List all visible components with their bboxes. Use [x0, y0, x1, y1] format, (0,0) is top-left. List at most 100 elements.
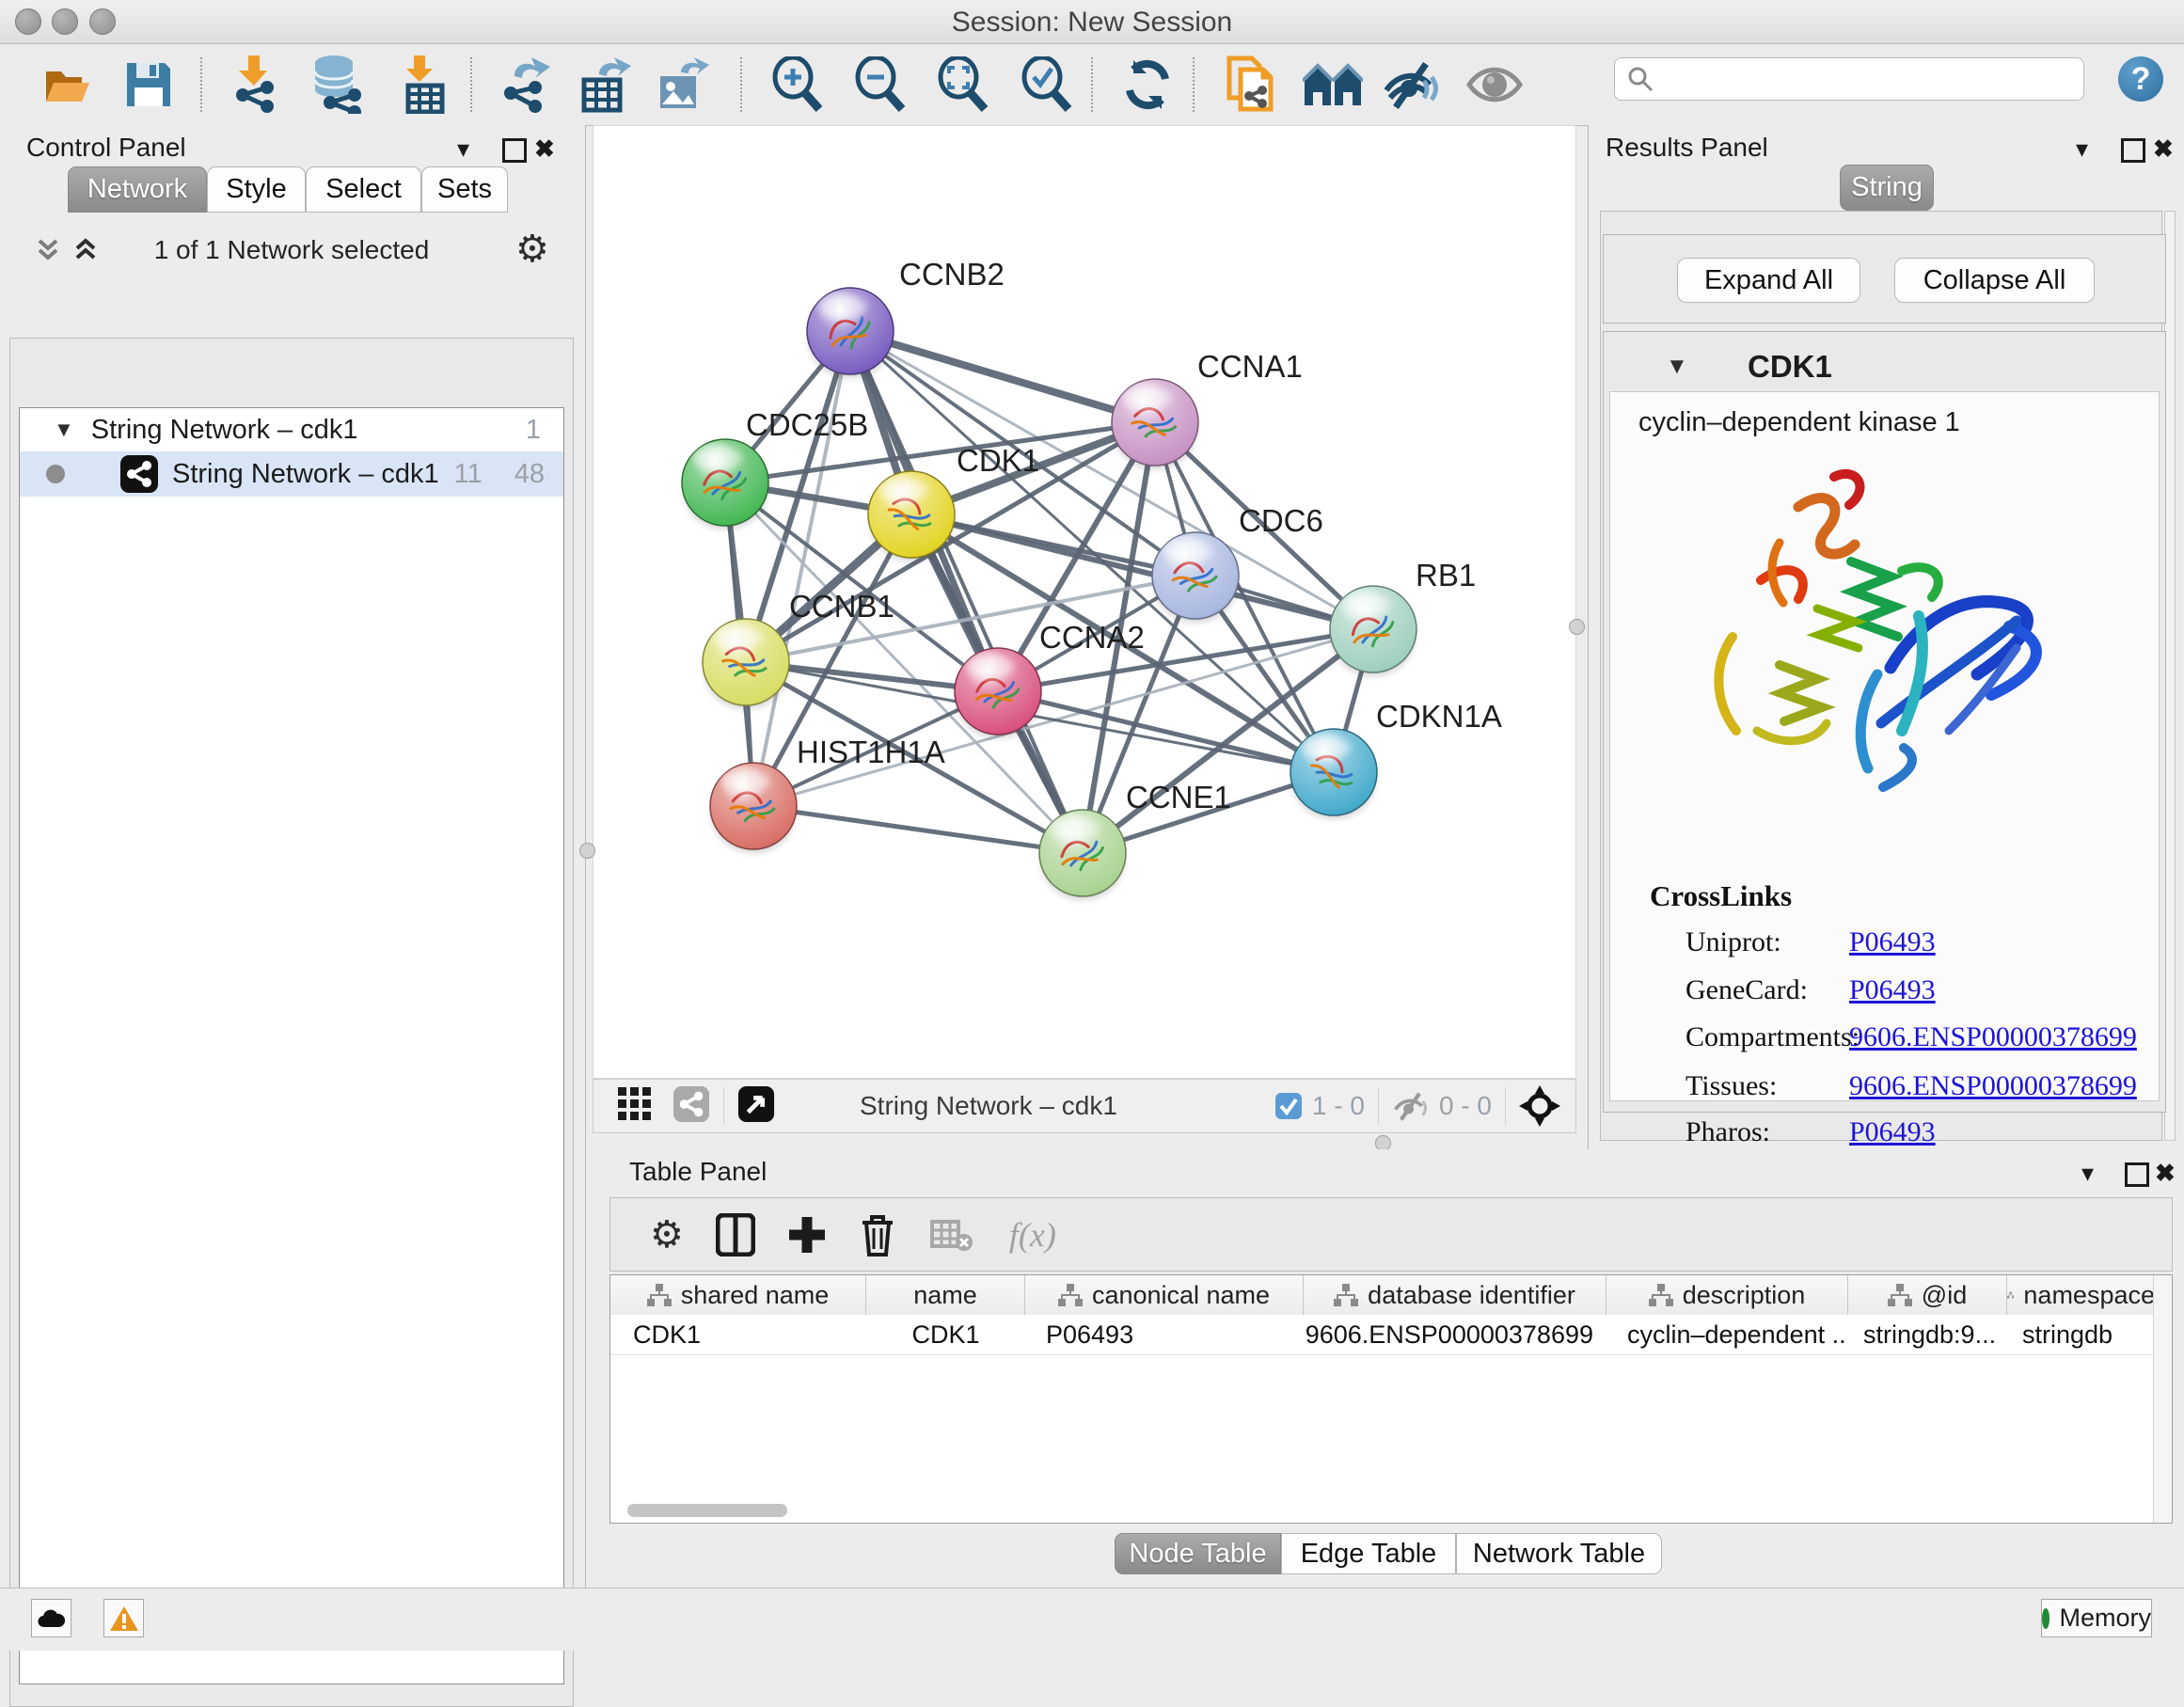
network-collection-row[interactable]: ▼ String Network – cdk1 1 [20, 408, 563, 451]
network-canvas[interactable]: CCNB2CCNA1CDC25BCDK1CDC6RB1CCNB1CCNA2CDK… [593, 125, 1576, 1079]
crosshair-icon[interactable] [1519, 1085, 1560, 1127]
open-file-button[interactable] [36, 54, 98, 116]
hidden-eye-slash-icon[interactable] [1392, 1090, 1430, 1122]
help-button[interactable]: ? [2118, 56, 2163, 102]
table-panel-close-button[interactable]: ✖ [2155, 1161, 2176, 1185]
network-row-selected[interactable]: String Network – cdk1 11 48 [20, 451, 563, 497]
tab-style[interactable]: Style [207, 166, 306, 213]
import-network-from-file-button[interactable] [224, 54, 286, 116]
expand-all-networks-button[interactable] [71, 235, 100, 270]
column-header-name[interactable]: name [866, 1275, 1025, 1315]
import-table-from-file-button[interactable] [392, 54, 454, 116]
table-panel-float-button[interactable] [2125, 1162, 2149, 1187]
network-node-CCNA1[interactable]: CCNA1 [1112, 349, 1303, 467]
zoom-in-button[interactable] [767, 54, 829, 116]
import-network-from-database-button[interactable] [307, 54, 369, 116]
column-header-database-identifier[interactable]: database identifier [1304, 1275, 1606, 1315]
tab-network-table[interactable]: Network Table [1456, 1533, 1662, 1574]
delete-column-button[interactable] [859, 1213, 896, 1257]
tab-network[interactable]: Network [68, 166, 207, 213]
title-bar: Session: New Session [0, 0, 2184, 44]
delete-table-button[interactable] [930, 1218, 973, 1252]
crosslink-compartments-link[interactable]: 9606.ENSP00000378699 [1849, 1021, 2137, 1053]
selected-checkbox-icon[interactable] [1274, 1092, 1303, 1120]
function-builder-button[interactable]: f(x) [1009, 1215, 1056, 1255]
collapse-all-button[interactable]: Collapse All [1894, 258, 2095, 303]
warnings-button[interactable] [103, 1599, 144, 1637]
gene-card-expander-icon[interactable]: ▼ [1666, 354, 1688, 380]
right-splitter-handle[interactable] [1569, 619, 1585, 635]
network-node-CDKN1A[interactable]: CDKN1A [1290, 699, 1502, 817]
control-panel-close-button[interactable]: ✖ [534, 136, 555, 161]
table-panel-menu-button[interactable]: ▾ [2081, 1161, 2094, 1185]
show-graphics-button[interactable] [1464, 54, 1526, 116]
save-session-button[interactable] [118, 54, 180, 116]
results-panel-menu-button[interactable]: ▾ [2076, 136, 2088, 161]
scrollbar-thumb[interactable] [627, 1504, 787, 1517]
export-table-button[interactable] [573, 54, 635, 116]
network-options-gear-button[interactable]: ⚙ [515, 230, 549, 268]
results-panel-float-button[interactable] [2121, 138, 2145, 163]
column-type-icon [1058, 1284, 1083, 1306]
crosslink-pharos-link[interactable]: P06493 [1849, 1116, 1936, 1148]
zoom-selected-button[interactable] [1016, 54, 1078, 116]
cell-description[interactable]: cyclin–dependent ... [1606, 1315, 1848, 1354]
network-edge-HIST1H1A-CCNE1[interactable] [753, 806, 1083, 853]
control-panel-float-button[interactable] [502, 138, 527, 163]
network-node-CCNB2[interactable]: CCNB2 [807, 257, 1005, 376]
network-node-CDC6[interactable]: CDC6 [1152, 503, 1323, 621]
houses-button[interactable] [1302, 54, 1364, 116]
collapse-all-networks-button[interactable] [34, 235, 62, 270]
refresh-view-button[interactable] [1116, 54, 1179, 116]
crosslink-tissues-link[interactable]: 9606.ENSP00000378699 [1849, 1070, 2137, 1102]
column-header-id[interactable]: @id [1848, 1275, 2007, 1315]
column-header-canonical-name[interactable]: canonical name [1025, 1275, 1304, 1315]
cell-canonical-name[interactable]: P06493 [1025, 1315, 1304, 1354]
tab-sets[interactable]: Sets [421, 166, 508, 213]
export-image-button[interactable] [651, 54, 713, 116]
crosslink-uniprot-link[interactable]: P06493 [1849, 926, 1936, 958]
add-column-button[interactable] [787, 1215, 827, 1255]
network-node-CCNE1[interactable]: CCNE1 [1039, 780, 1231, 898]
cloud-status-button[interactable] [31, 1599, 71, 1637]
clone-network-button[interactable] [1220, 54, 1282, 116]
tab-edge-table[interactable]: Edge Table [1281, 1533, 1456, 1574]
export-network-button[interactable] [494, 54, 556, 116]
collection-expander-icon[interactable]: ▼ [54, 418, 74, 442]
column-header-namespace[interactable]: namespace [2007, 1275, 2155, 1315]
tab-select[interactable]: Select [306, 166, 421, 213]
cell-shared-name[interactable]: CDK1 [610, 1315, 866, 1354]
cell-id[interactable]: stringdb:9... [1848, 1315, 2007, 1354]
expand-all-button[interactable]: Expand All [1677, 258, 1860, 303]
network-node-RB1[interactable]: RB1 [1330, 558, 1476, 674]
crosslink-genecard-link[interactable]: P06493 [1849, 974, 1936, 1006]
cell-database-identifier[interactable]: 9606.ENSP00000378699 [1304, 1315, 1606, 1354]
control-panel-menu-button[interactable]: ▾ [457, 136, 469, 161]
zoom-fit-button[interactable] [932, 54, 994, 116]
network-edge-CCNB2-CCNA1[interactable] [850, 331, 1155, 422]
column-header-shared-name[interactable]: shared name [610, 1275, 866, 1315]
tab-string[interactable]: String [1840, 165, 1934, 211]
cell-name[interactable]: CDK1 [866, 1315, 1025, 1354]
zoom-out-button[interactable] [849, 54, 911, 116]
column-header-description[interactable]: description [1606, 1275, 1848, 1315]
network-view-type-button[interactable] [673, 1085, 710, 1128]
birdseye-view-button[interactable] [737, 1085, 775, 1128]
table-vertical-scrollbar[interactable] [2153, 1275, 2172, 1523]
memory-button[interactable]: Memory [2041, 1599, 2152, 1637]
table-row[interactable]: CDK1 CDK1 P06493 9606.ENSP00000378699 cy… [610, 1315, 2172, 1355]
eye-icon [1465, 63, 1524, 106]
show-columns-button[interactable] [716, 1213, 755, 1257]
toolbar-search[interactable] [1614, 57, 2084, 101]
table-horizontal-scrollbar[interactable] [616, 1504, 2149, 1517]
view-toolbar-separator [1505, 1087, 1506, 1125]
table-options-gear-button[interactable]: ⚙ [650, 1216, 684, 1254]
show-grid-button[interactable] [618, 1087, 652, 1126]
search-input[interactable] [1654, 64, 2053, 95]
network-node-HIST1H1A[interactable]: HIST1H1A [710, 735, 945, 851]
results-panel-close-button[interactable]: ✖ [2153, 136, 2174, 161]
tab-node-table[interactable]: Node Table [1115, 1533, 1281, 1574]
left-splitter-handle[interactable] [579, 843, 595, 859]
cell-namespace[interactable]: stringdb [2007, 1315, 2155, 1354]
hide-graphics-button[interactable] [1381, 54, 1443, 116]
